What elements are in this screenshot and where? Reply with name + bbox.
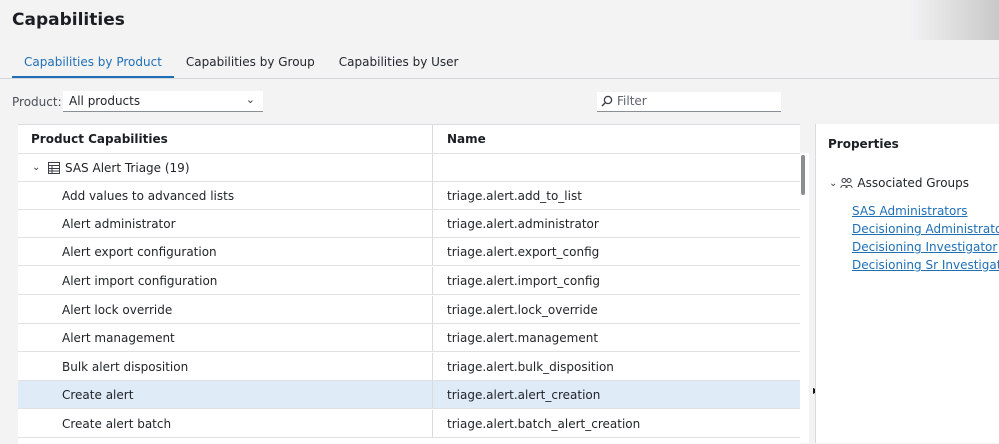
group-link-decisioning-sr-investigator[interactable]: Decisioning Sr Investigator <box>852 256 999 274</box>
properties-title: Properties <box>828 137 899 151</box>
group-link-decisioning-administrator[interactable]: Decisioning Administrator <box>852 220 999 238</box>
table-icon <box>48 161 60 174</box>
scrollbar-thumb[interactable] <box>801 155 805 195</box>
search-icon <box>601 95 613 107</box>
capability-cell: Alert export configuration <box>62 244 217 259</box>
page-title: Capabilities <box>12 10 125 30</box>
capability-cell: Add values to advanced lists <box>62 188 235 203</box>
capability-cell: Alert lock override <box>62 302 173 317</box>
associated-groups-toggle[interactable]: ⌄ Associated Groups <box>829 176 969 190</box>
group-link-decisioning-investigator[interactable]: Decisioning Investigator <box>852 238 999 256</box>
group-name-cell <box>432 154 800 181</box>
tab-capabilities-by-product[interactable]: Capabilities by Product <box>12 50 174 78</box>
groups-icon <box>840 178 854 189</box>
name-cell: triage.alert.batch_alert_creation <box>432 410 800 437</box>
tab-capabilities-by-group[interactable]: Capabilities by Group <box>174 50 327 78</box>
name-cell: triage.alert.bulk_disposition <box>432 353 800 380</box>
table-row-selected[interactable]: Create alert triage.alert.alert_creation <box>18 381 800 409</box>
chevron-down-icon: ⌄ <box>245 93 255 106</box>
table-header: Product Capabilities Name <box>18 125 800 154</box>
filter-field[interactable] <box>597 92 781 112</box>
table-row[interactable]: Alert lock override triage.alert.lock_ov… <box>18 296 800 324</box>
name-cell: triage.alert.export_config <box>432 238 800 265</box>
table-row[interactable]: Alert export configuration triage.alert.… <box>18 238 800 266</box>
name-cell: triage.alert.alert_creation <box>432 381 800 408</box>
capability-cell: Create alert batch <box>62 416 172 431</box>
table-row[interactable]: Bulk alert disposition triage.alert.bulk… <box>18 353 800 381</box>
name-cell: triage.alert.import_config <box>432 267 800 294</box>
table-row[interactable]: Alert management triage.alert.management <box>18 324 800 352</box>
table-row[interactable]: Add values to advanced lists triage.aler… <box>18 182 800 210</box>
associated-groups-list: SAS Administrators Decisioning Administr… <box>852 202 999 274</box>
capabilities-table: Product Capabilities Name ⌄ SAS Alert Tr… <box>18 124 800 444</box>
chevron-down-icon[interactable]: ⌄ <box>32 162 42 173</box>
table-row[interactable]: Alert administrator triage.alert.adminis… <box>18 210 800 238</box>
name-cell: triage.alert.management <box>432 324 800 351</box>
table-row[interactable]: Create alert batch triage.alert.batch_al… <box>18 410 800 438</box>
capability-cell: Bulk alert disposition <box>62 359 189 374</box>
window-shadow <box>909 0 999 40</box>
properties-panel: Properties ⌄ Associated Groups SAS Admin… <box>815 124 999 443</box>
product-select[interactable]: All products ⌄ <box>63 91 263 112</box>
table-scrollbar[interactable] <box>800 153 809 443</box>
chevron-down-icon: ⌄ <box>829 177 838 189</box>
capability-cell: Alert management <box>62 330 175 345</box>
associated-groups-label: Associated Groups <box>857 176 970 190</box>
table-row[interactable]: Alert import configuration triage.alert.… <box>18 267 800 295</box>
name-cell: triage.alert.administrator <box>432 210 800 237</box>
capability-cell: Alert import configuration <box>62 273 218 288</box>
tab-capabilities-by-user[interactable]: Capabilities by User <box>327 50 471 78</box>
product-select-value: All products <box>69 94 141 108</box>
name-cell: triage.alert.add_to_list <box>432 182 800 209</box>
group-link-sas-administrators[interactable]: SAS Administrators <box>852 202 999 220</box>
column-header-name[interactable]: Name <box>432 125 800 153</box>
capability-cell: Create alert <box>62 387 134 402</box>
filter-input[interactable] <box>617 93 777 109</box>
column-header-product-capabilities[interactable]: Product Capabilities <box>18 125 445 153</box>
product-label: Product: <box>12 95 62 109</box>
group-row-sas-alert-triage[interactable]: ⌄ SAS Alert Triage (19) <box>18 154 800 182</box>
group-label: SAS Alert Triage (19) <box>65 160 190 175</box>
tab-bar: Capabilities by Product Capabilities by … <box>12 50 471 78</box>
name-cell: triage.alert.lock_override <box>432 296 800 323</box>
group-cell: ⌄ SAS Alert Triage (19) <box>18 154 446 181</box>
capability-cell: Alert administrator <box>62 216 176 231</box>
tabs-divider <box>0 78 999 79</box>
